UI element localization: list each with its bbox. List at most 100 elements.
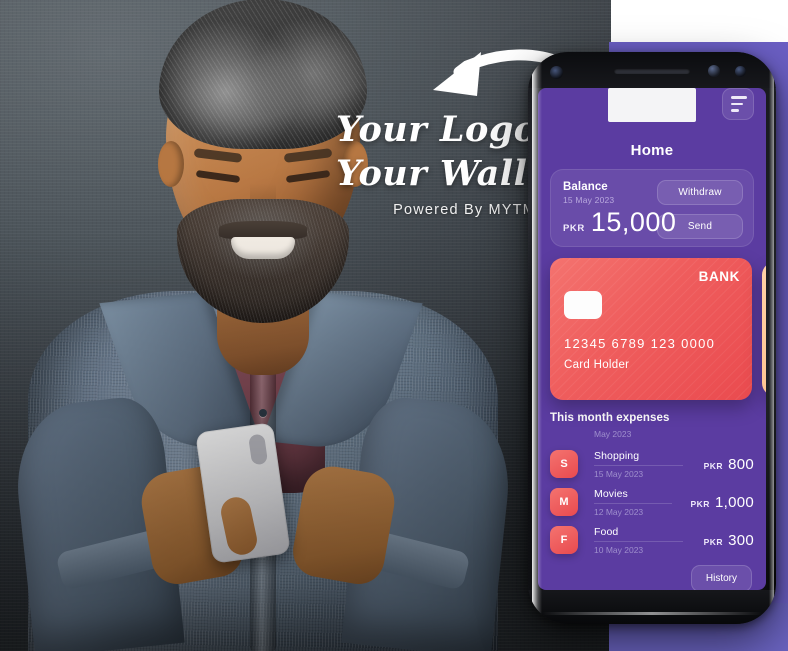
phone-iris-sensor <box>550 66 563 79</box>
man-smile <box>231 237 295 259</box>
wallet-app: Home Balance 15 May 2023 PKR 15,000 With… <box>538 88 766 590</box>
expense-value: 1,000 <box>714 493 754 511</box>
balance-card: Balance 15 May 2023 PKR 15,000 Withdraw … <box>550 169 754 247</box>
man-eye-right <box>285 169 331 184</box>
bank-card-holder: Card Holder <box>564 359 630 371</box>
expense-name: Movies <box>594 487 628 500</box>
expense-info: Food 10 May 2023 <box>594 526 698 555</box>
shirt-collar-right <box>261 291 423 453</box>
list-item[interactable]: M Movies 12 May 2023 PKR 1,000 <box>550 483 754 521</box>
expenses-heading: This month expenses <box>550 412 670 424</box>
man-arm-left <box>9 393 185 651</box>
expense-info: Movies 12 May 2023 <box>594 488 685 517</box>
man-ear-right <box>342 141 368 187</box>
man-hand-right <box>288 461 400 589</box>
bank-card-secondary[interactable] <box>762 262 766 396</box>
powered-by-label: Powered By MYTM <box>393 202 536 218</box>
phone-earpiece-speaker <box>614 68 690 74</box>
expenses-subheading: May 2023 <box>594 429 632 439</box>
expense-divider <box>594 464 684 466</box>
smartphone-mockup: Home Balance 15 May 2023 PKR 15,000 With… <box>528 52 776 624</box>
man-mustache <box>219 221 307 239</box>
shirt-button <box>259 409 267 417</box>
expense-amount: PKR 800 <box>698 456 754 473</box>
expense-currency: PKR <box>690 498 710 509</box>
phone-screen: Home Balance 15 May 2023 PKR 15,000 With… <box>538 88 766 590</box>
expense-currency: PKR <box>703 536 724 547</box>
expense-avatar: S <box>550 450 578 478</box>
wall-texture <box>0 0 611 651</box>
photo-shadow <box>38 231 488 651</box>
held-phone <box>195 422 291 564</box>
bank-card-brand: BANK <box>698 269 740 284</box>
man-eyebrow-left <box>193 148 243 163</box>
expense-value: 800 <box>728 455 754 473</box>
hero-photo-panel: Your Logo Your Wallet Powered By MYTM <box>0 0 611 651</box>
expense-info: Shopping 15 May 2023 <box>594 450 698 479</box>
history-button[interactable]: History <box>690 565 752 590</box>
man-ear-left <box>158 141 184 187</box>
phone-edge-highlight-left <box>532 60 542 616</box>
card-chip-icon <box>564 291 602 319</box>
expense-avatar: M <box>550 488 578 516</box>
held-phone-camera <box>248 433 269 466</box>
phone-edge-highlight-right <box>769 62 774 614</box>
man-thumb <box>218 494 260 558</box>
phone-front-camera <box>708 65 720 77</box>
menu-line-1 <box>731 96 747 99</box>
hamburger-menu-icon[interactable] <box>722 88 754 120</box>
headline-block: Your Logo Your Wallet Powered By MYTM <box>336 108 567 218</box>
phone-proximity-sensor <box>735 66 746 77</box>
man-nose <box>250 183 276 229</box>
shirt-button <box>259 479 267 487</box>
shirt-collar-left <box>99 291 261 453</box>
expense-divider <box>594 502 672 504</box>
phone-bottom-bezel <box>528 590 776 624</box>
expense-date: 10 May 2023 <box>594 544 644 555</box>
shirt-placket <box>250 339 276 651</box>
man-head <box>158 23 368 323</box>
send-button[interactable]: Send <box>657 214 743 239</box>
man-hand-left <box>136 461 248 589</box>
shirt-cuff-right <box>345 525 471 591</box>
app-logo-placeholder <box>608 88 696 122</box>
expense-currency: PKR <box>703 460 724 471</box>
man-eyebrow-right <box>283 148 333 163</box>
menu-line-3 <box>731 109 739 112</box>
shirt-button <box>259 549 267 557</box>
list-item[interactable]: F Food 10 May 2023 PKR 300 <box>550 521 754 559</box>
man-tshirt <box>201 313 325 493</box>
app-header <box>550 88 754 146</box>
promo-banner: Your Logo Your Wallet Powered By MYTM Ho… <box>0 0 788 651</box>
man-hair <box>159 0 367 149</box>
expense-date: 15 May 2023 <box>594 468 644 479</box>
list-item[interactable]: S Shopping 15 May 2023 PKR 800 <box>550 445 754 483</box>
history-row: History <box>550 565 754 590</box>
withdraw-button[interactable]: Withdraw <box>657 180 743 205</box>
expense-name: Food <box>594 525 619 538</box>
balance-actions: Withdraw Send <box>657 180 743 239</box>
bank-card[interactable]: BANK 12345 6789 123 0000 Card Holder <box>550 258 752 400</box>
expense-divider <box>594 540 684 542</box>
expense-value: 300 <box>728 531 754 549</box>
denim-texture <box>28 291 498 651</box>
expense-amount: PKR 1,000 <box>685 494 755 511</box>
man-arm-right <box>341 393 517 651</box>
headline-line-1: Your Logo <box>336 109 538 150</box>
bank-card-number: 12345 6789 123 0000 <box>564 336 716 351</box>
menu-line-2 <box>731 102 743 106</box>
photo-man-using-phone <box>9 0 517 651</box>
expenses-list: S Shopping 15 May 2023 PKR 800 M Movies … <box>550 445 754 559</box>
expense-amount: PKR 300 <box>698 532 754 549</box>
man-beard <box>177 199 349 323</box>
expense-avatar: F <box>550 526 578 554</box>
expense-name: Shopping <box>594 449 640 462</box>
cards-carousel[interactable]: BANK 12345 6789 123 0000 Card Holder <box>550 258 766 400</box>
man-torso <box>9 0 517 651</box>
man-neck <box>217 285 309 375</box>
shirt-cuff-left <box>55 525 181 591</box>
headline-line-2: Your Wallet <box>336 153 567 194</box>
balance-currency: PKR <box>563 223 585 234</box>
phone-top-bezel <box>528 52 776 88</box>
expense-date: 12 May 2023 <box>594 506 644 517</box>
